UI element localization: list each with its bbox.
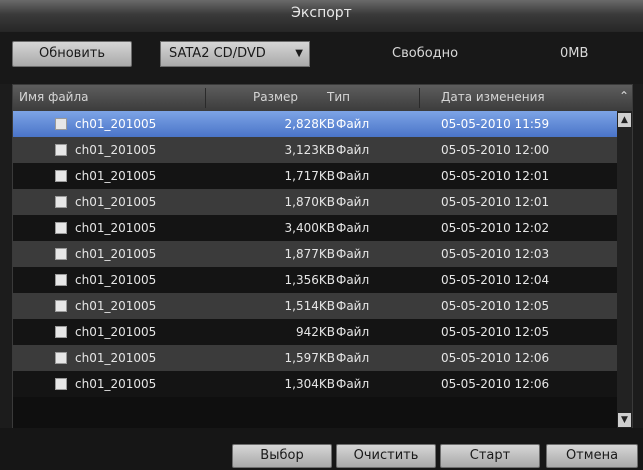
row-checkbox[interactable] xyxy=(55,222,67,234)
file-size: 1,870KB xyxy=(284,195,335,209)
table-row[interactable]: ch01_201005 1,877KB Файл 05-05-2010 12:0… xyxy=(13,241,617,267)
export-dialog: Экспорт Обновить SATA2 CD/DVD ▼ Свободно… xyxy=(0,0,643,470)
chevron-down-icon: ▼ xyxy=(295,48,303,59)
file-date: 05-05-2010 12:05 xyxy=(441,299,550,313)
table-row[interactable]: ch01_201005 2,828KB Файл 05-05-2010 11:5… xyxy=(13,111,617,137)
file-list: ch01_201005 2,828KB Файл 05-05-2010 11:5… xyxy=(13,111,617,429)
file-date: 05-05-2010 12:01 xyxy=(441,169,550,183)
device-select-value: SATA2 CD/DVD xyxy=(169,46,266,61)
row-checkbox[interactable] xyxy=(55,196,67,208)
vertical-scrollbar[interactable]: ▲ ▼ xyxy=(617,111,632,429)
table-row[interactable]: ch01_201005 1,717KB Файл 05-05-2010 12:0… xyxy=(13,163,617,189)
column-header-type[interactable]: Тип xyxy=(327,90,350,104)
file-date: 05-05-2010 12:06 xyxy=(441,351,550,365)
file-table: Имя файла Размер Тип Дата изменения ⌃ ch… xyxy=(12,84,633,430)
table-row[interactable]: ch01_201005 1,597KB Файл 05-05-2010 12:0… xyxy=(13,345,617,371)
table-row[interactable]: ch01_201005 3,123KB Файл 05-05-2010 12:0… xyxy=(13,137,617,163)
chevron-down-icon[interactable]: ▼ xyxy=(618,413,631,427)
file-name: ch01_201005 xyxy=(75,221,157,235)
file-size: 2,828KB xyxy=(284,117,335,131)
file-type: Файл xyxy=(336,117,370,131)
file-date: 05-05-2010 12:00 xyxy=(441,143,550,157)
file-name: ch01_201005 xyxy=(75,299,157,313)
file-type: Файл xyxy=(336,299,370,313)
table-row[interactable]: ch01_201005 1,514KB Файл 05-05-2010 12:0… xyxy=(13,293,617,319)
file-size: 942KB xyxy=(295,325,335,339)
file-date: 05-05-2010 12:03 xyxy=(441,247,550,261)
file-name: ch01_201005 xyxy=(75,117,157,131)
free-space-value: 0MB xyxy=(560,46,589,61)
select-button[interactable]: Выбор xyxy=(232,444,332,468)
row-checkbox[interactable] xyxy=(55,326,67,338)
file-size: 1,597KB xyxy=(284,351,335,365)
row-checkbox[interactable] xyxy=(55,170,67,182)
file-size: 1,717KB xyxy=(284,169,335,183)
row-checkbox[interactable] xyxy=(55,378,67,390)
file-type: Файл xyxy=(336,325,370,339)
clear-button[interactable]: Очистить xyxy=(336,444,436,468)
table-row[interactable]: ch01_201005 1,304KB Файл 05-05-2010 12:0… xyxy=(13,371,617,397)
table-header: Имя файла Размер Тип Дата изменения ⌃ xyxy=(13,85,632,111)
file-name: ch01_201005 xyxy=(75,169,157,183)
table-row[interactable]: ch01_201005 1,356KB Файл 05-05-2010 12:0… xyxy=(13,267,617,293)
file-name: ch01_201005 xyxy=(75,195,157,209)
refresh-button[interactable]: Обновить xyxy=(12,41,132,67)
dialog-title: Экспорт xyxy=(291,5,352,21)
title-bar: Экспорт xyxy=(0,0,643,33)
table-row[interactable]: ch01_201005 942KB Файл 05-05-2010 12:05 xyxy=(13,319,617,345)
file-name: ch01_201005 xyxy=(75,325,157,339)
file-type: Файл xyxy=(336,221,370,235)
row-checkbox[interactable] xyxy=(55,300,67,312)
chevron-up-icon[interactable]: ▲ xyxy=(618,113,631,127)
file-name: ch01_201005 xyxy=(75,273,157,287)
column-header-name[interactable]: Имя файла xyxy=(19,90,89,104)
file-size: 1,514KB xyxy=(284,299,335,313)
file-size: 3,123KB xyxy=(284,143,335,157)
row-checkbox[interactable] xyxy=(55,274,67,286)
file-type: Файл xyxy=(336,273,370,287)
file-size: 1,304KB xyxy=(284,377,335,391)
file-type: Файл xyxy=(336,169,370,183)
table-row[interactable]: ch01_201005 3,400KB Файл 05-05-2010 12:0… xyxy=(13,215,617,241)
file-type: Файл xyxy=(336,143,370,157)
file-date: 05-05-2010 11:59 xyxy=(441,117,550,131)
file-name: ch01_201005 xyxy=(75,377,157,391)
file-type: Файл xyxy=(336,247,370,261)
row-checkbox[interactable] xyxy=(55,118,67,130)
device-select[interactable]: SATA2 CD/DVD ▼ xyxy=(160,41,310,67)
file-name: ch01_201005 xyxy=(75,143,157,157)
column-header-size[interactable]: Размер xyxy=(253,90,298,104)
file-date: 05-05-2010 12:01 xyxy=(441,195,550,209)
cancel-button[interactable]: Отмена xyxy=(546,444,638,468)
start-button[interactable]: Старт xyxy=(440,444,540,468)
file-size: 1,356KB xyxy=(284,273,335,287)
file-date: 05-05-2010 12:06 xyxy=(441,377,550,391)
free-space-label: Свободно xyxy=(392,46,459,61)
row-checkbox[interactable] xyxy=(55,144,67,156)
column-header-date[interactable]: Дата изменения xyxy=(441,90,545,104)
file-type: Файл xyxy=(336,195,370,209)
file-date: 05-05-2010 12:02 xyxy=(441,221,550,235)
column-divider xyxy=(205,88,206,108)
column-divider xyxy=(419,88,420,108)
file-name: ch01_201005 xyxy=(75,351,157,365)
file-date: 05-05-2010 12:05 xyxy=(441,325,550,339)
file-type: Файл xyxy=(336,351,370,365)
file-size: 3,400KB xyxy=(284,221,335,235)
chevron-up-icon[interactable]: ⌃ xyxy=(619,89,629,103)
file-type: Файл xyxy=(336,377,370,391)
row-checkbox[interactable] xyxy=(55,352,67,364)
file-name: ch01_201005 xyxy=(75,247,157,261)
row-checkbox[interactable] xyxy=(55,248,67,260)
table-row[interactable]: ch01_201005 1,870KB Файл 05-05-2010 12:0… xyxy=(13,189,617,215)
file-size: 1,877KB xyxy=(284,247,335,261)
file-date: 05-05-2010 12:04 xyxy=(441,273,550,287)
